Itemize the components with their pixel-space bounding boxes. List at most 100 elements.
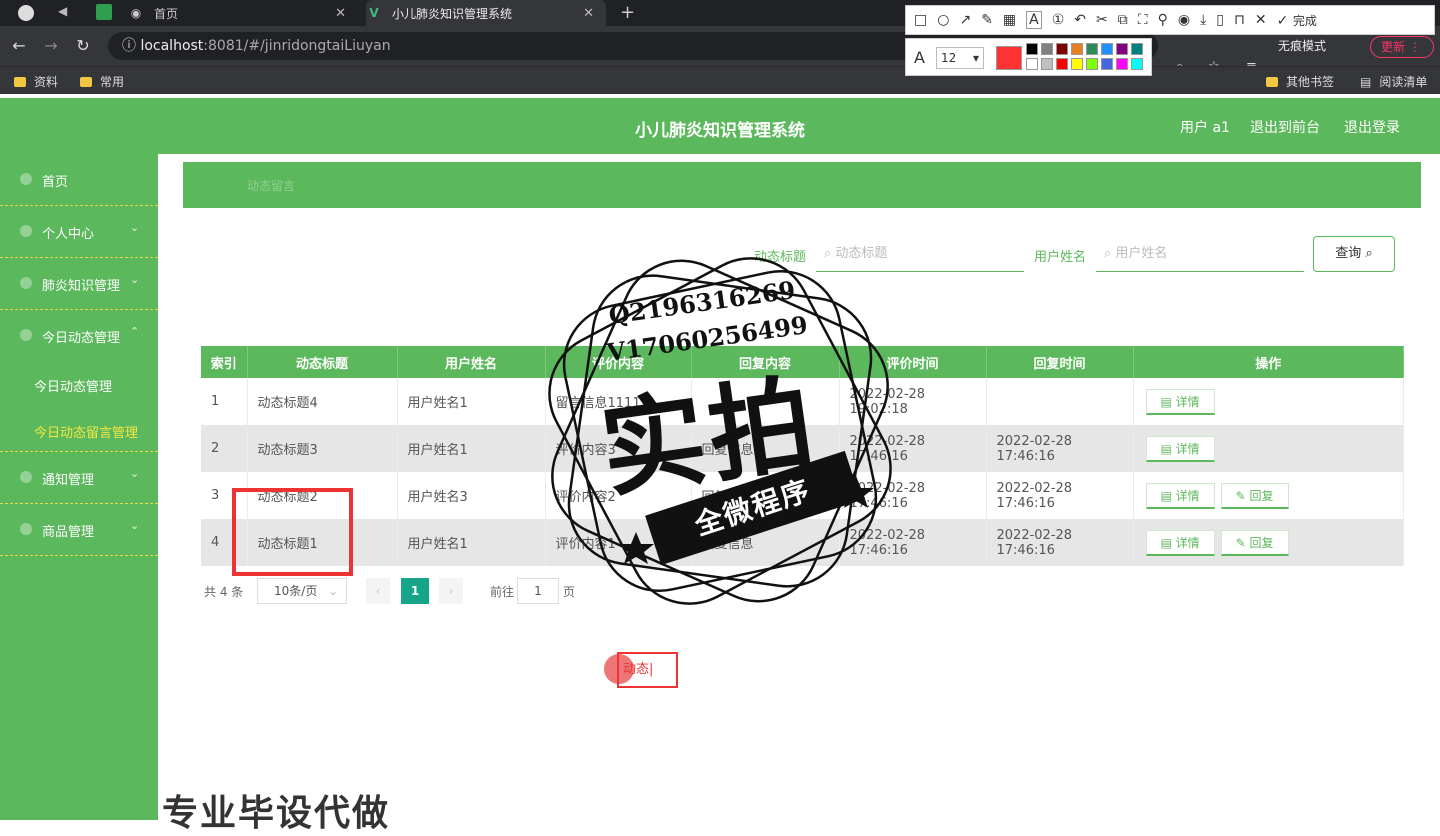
- undo-icon[interactable]: ↶: [1074, 12, 1086, 28]
- page-size-select[interactable]: 10条/页 ⌄: [257, 578, 347, 604]
- prev-page-button[interactable]: ‹: [366, 578, 390, 604]
- sidebar-item-daily-news[interactable]: 今日动态管理 ⌃ 今日动态管理 今日动态留言管理: [0, 310, 158, 452]
- news-icon: [20, 329, 32, 341]
- reading-list-icon: ▤: [1360, 74, 1372, 89]
- bottom-promo-text: 专业毕设代做: [162, 793, 391, 834]
- detail-button[interactable]: ▤ 详情: [1145, 388, 1215, 415]
- record-icon[interactable]: ◉: [1178, 12, 1190, 28]
- mute-icon[interactable]: ◀: [58, 4, 67, 18]
- incognito-label[interactable]: 无痕模式: [1278, 37, 1326, 54]
- user-search-input[interactable]: ⌕ 用户姓名: [1096, 238, 1304, 272]
- detail-button[interactable]: ▤ 详情: [1145, 529, 1215, 556]
- browser-logo-icon[interactable]: [18, 5, 34, 21]
- color-swatch[interactable]: [1131, 58, 1143, 70]
- next-page-button[interactable]: ›: [439, 578, 463, 604]
- column-header: 回复时间: [986, 346, 1134, 378]
- title-search-input[interactable]: ⌕ 动态标题: [816, 238, 1024, 272]
- edit-icon: ✎: [1235, 535, 1250, 550]
- sidebar-item-home[interactable]: 首页: [0, 154, 158, 206]
- update-button[interactable]: 更新 ⋮: [1370, 36, 1434, 58]
- color-swatch[interactable]: [1116, 43, 1128, 55]
- color-swatch[interactable]: [1026, 43, 1038, 55]
- query-button[interactable]: 查询 ⌕: [1313, 236, 1395, 272]
- font-size-select[interactable]: 12 ▾: [936, 47, 984, 69]
- color-swatch[interactable]: [1101, 58, 1113, 70]
- color-swatch[interactable]: [1041, 43, 1053, 55]
- close-icon[interactable]: ✕: [335, 6, 346, 21]
- bookmark-label: 其他书签: [1286, 75, 1335, 89]
- update-label: 更新: [1381, 40, 1406, 54]
- sidebar-item-pneumonia-knowledge[interactable]: 肺炎知识管理 ⌄: [0, 258, 158, 310]
- goto-page-input[interactable]: 1: [517, 578, 559, 604]
- arrow-icon[interactable]: ↗: [959, 12, 971, 28]
- color-swatch[interactable]: [1041, 58, 1053, 70]
- globe-icon: ◉: [130, 6, 142, 20]
- ellipse-icon[interactable]: ○: [937, 12, 949, 28]
- tab-home-label: 首页: [154, 6, 179, 21]
- user-search-placeholder: 用户姓名: [1115, 246, 1168, 261]
- cell-comment-time: 2022-02-28 17:46:16: [839, 472, 987, 519]
- color-swatch[interactable]: [1086, 43, 1098, 55]
- color-swatch[interactable]: [1131, 43, 1143, 55]
- download-icon[interactable]: ⤓: [1200, 12, 1206, 28]
- tab-system[interactable]: V 小儿肺炎知识管理系统 ✕: [366, 0, 606, 26]
- cell-user: 用户姓名1: [397, 425, 546, 472]
- highlight-annotation-box: [232, 488, 353, 576]
- chevron-down-icon: ⌄: [130, 519, 140, 532]
- color-swatch[interactable]: [1056, 43, 1068, 55]
- color-swatch[interactable]: [1071, 43, 1083, 55]
- close-icon[interactable]: ✕: [583, 6, 594, 21]
- cell-reply-time: [986, 378, 1134, 425]
- color-swatch[interactable]: [1056, 58, 1068, 70]
- sidebar-item-notice[interactable]: 通知管理 ⌄: [0, 452, 158, 504]
- detail-button[interactable]: ▤ 详情: [1145, 435, 1215, 462]
- reload-icon[interactable]: ↻: [72, 35, 94, 57]
- rectangle-icon[interactable]: □: [914, 12, 927, 28]
- forward-icon[interactable]: →: [40, 35, 62, 57]
- color-swatch[interactable]: [1116, 58, 1128, 70]
- pen-icon[interactable]: ✎: [981, 12, 993, 28]
- bookmark-icon[interactable]: ⊓: [1234, 12, 1245, 28]
- reply-button[interactable]: ✎ 回复: [1220, 482, 1289, 509]
- color-swatch[interactable]: [1101, 43, 1113, 55]
- bookmark-folder[interactable]: 资料: [14, 73, 58, 90]
- bookmark-folder[interactable]: 常用: [80, 73, 124, 90]
- translate-icon[interactable]: ⧉: [1118, 12, 1128, 28]
- back-icon[interactable]: ←: [8, 35, 30, 57]
- new-tab-icon[interactable]: +: [620, 2, 635, 23]
- text-tool-icon[interactable]: A: [1026, 11, 1042, 29]
- current-page-button[interactable]: 1: [401, 578, 429, 604]
- sidebar-subitem-daily-news[interactable]: 今日动态管理: [34, 376, 112, 395]
- cell-reply-time: 2022-02-28 17:46:16: [986, 425, 1134, 472]
- info-icon: ⓘ: [122, 38, 141, 54]
- color-swatch[interactable]: [1086, 58, 1098, 70]
- back-to-front-link[interactable]: 退出到前台: [1250, 117, 1320, 137]
- logout-link[interactable]: 退出登录: [1344, 117, 1400, 137]
- vue-icon: V: [369, 6, 379, 20]
- mosaic-icon[interactable]: ▦: [1003, 12, 1016, 28]
- reading-list[interactable]: ▤ 阅读清单: [1360, 73, 1427, 90]
- sidebar-subitem-news-comments[interactable]: 今日动态留言管理: [34, 422, 138, 441]
- sidebar-item-personal-center[interactable]: 个人中心 ⌄: [0, 206, 158, 258]
- cell-comment-time: 2022-02-28 19:02:18: [839, 378, 987, 425]
- color-swatch[interactable]: [1071, 58, 1083, 70]
- color-swatch[interactable]: [1026, 58, 1038, 70]
- pin-icon[interactable]: ⚲: [1158, 12, 1168, 28]
- sidebar-item-goods[interactable]: 商品管理 ⌄: [0, 504, 158, 556]
- bookmark-folder[interactable]: 其他书签: [1266, 73, 1334, 90]
- app-favicon-icon[interactable]: [96, 4, 112, 20]
- done-button[interactable]: ✓ 完成: [1277, 12, 1317, 29]
- cancel-icon[interactable]: ✕: [1255, 12, 1267, 28]
- breadcrumb[interactable]: 动态留言: [247, 177, 295, 194]
- folder-icon: [80, 76, 92, 87]
- tab-home[interactable]: ◉ 首页 ✕: [128, 0, 358, 26]
- current-color-swatch[interactable]: [996, 46, 1022, 70]
- phone-icon[interactable]: ▯: [1216, 12, 1224, 28]
- detail-button[interactable]: ▤ 详情: [1145, 482, 1215, 509]
- annotation-text-input[interactable]: 动态|: [617, 652, 678, 688]
- crop-icon[interactable]: ✂: [1096, 12, 1108, 28]
- scan-icon[interactable]: ⛶: [1138, 12, 1148, 28]
- number-icon[interactable]: ①: [1052, 12, 1065, 28]
- user-icon: [20, 225, 32, 237]
- reply-button[interactable]: ✎ 回复: [1220, 529, 1289, 556]
